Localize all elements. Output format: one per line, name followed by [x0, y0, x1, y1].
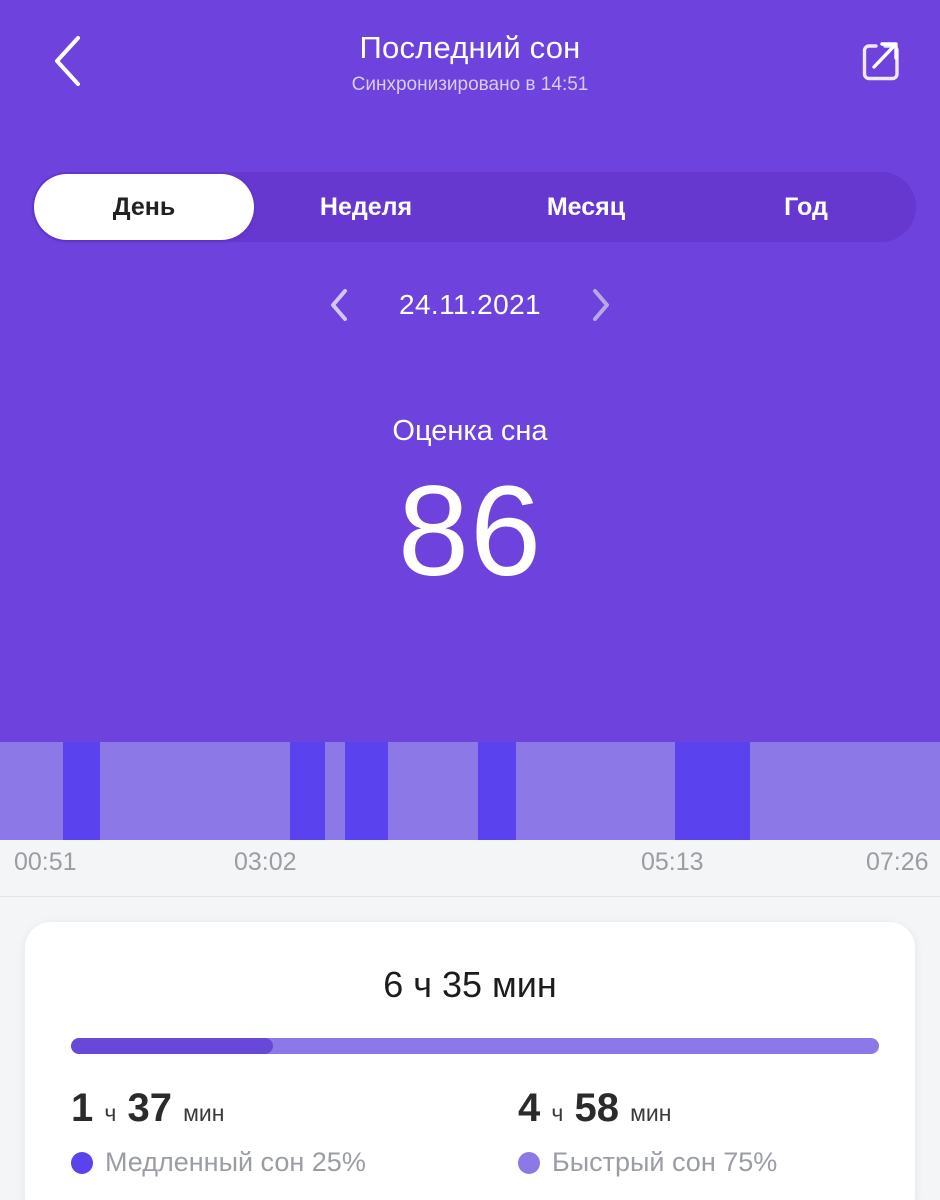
title-block: Последний сон Синхронизировано в 14:51: [0, 27, 940, 100]
light-sleep-legend-text: Быстрый сон 75%: [552, 1147, 778, 1177]
tab-week-label: Неделя: [319, 192, 413, 221]
chevron-right-icon: [591, 288, 611, 322]
chart-time-axis: 00:51 03:02 05:13 07:26: [0, 840, 940, 897]
sleep-stats-row: 1 ч 37 мин Медленный сон 25% 4 ч 58 мин: [25, 1082, 915, 1178]
sleep-stage-band: [63, 742, 100, 840]
sync-status-text: Синхронизировано в 14:51: [351, 74, 589, 95]
light-sleep-hours: 4: [518, 1086, 541, 1130]
stat-light-sleep: 4 ч 58 мин Быстрый сон 75%: [470, 1082, 915, 1178]
deep-sleep-hours-unit: ч: [104, 1100, 117, 1126]
tab-year[interactable]: Год: [696, 172, 916, 242]
period-tabs: День Неделя Месяц Год: [32, 172, 916, 242]
hero-panel: Последний сон Синхронизировано в 14:51 Д…: [0, 0, 940, 742]
sleep-score-value: 86: [397, 460, 543, 603]
tab-month-label: Месяц: [546, 192, 626, 221]
light-sleep-duration: 4 ч 58 мин: [518, 1082, 915, 1139]
sleep-summary-card: 6 ч 35 мин 1 ч 37 мин Медленный сон 25%: [25, 922, 915, 1200]
sleep-stage-band: [675, 742, 750, 840]
chevron-left-icon: [329, 288, 349, 322]
sleep-stage-band: [100, 742, 290, 840]
sleep-ratio-bar: [71, 1038, 879, 1054]
axis-tick-label: 07:26: [866, 848, 929, 876]
tab-year-label: Год: [784, 192, 828, 221]
light-sleep-color-dot: [518, 1151, 540, 1174]
date-navigator: 24.11.2021: [0, 278, 940, 332]
sleep-stage-chart[interactable]: [0, 742, 940, 840]
page-title: Последний сон: [359, 30, 581, 65]
light-sleep-minutes-unit: мин: [630, 1100, 672, 1126]
sleep-stage-band: [750, 742, 940, 840]
next-day-button[interactable]: [575, 279, 627, 331]
deep-sleep-hours: 1: [71, 1086, 94, 1130]
sleep-stage-band: [516, 742, 675, 840]
sleep-stage-band: [388, 742, 478, 840]
sleep-stage-band: [345, 742, 388, 840]
axis-tick-label: 03:02: [234, 848, 297, 876]
tab-day-label: День: [112, 192, 176, 221]
axis-tick-label: 00:51: [14, 848, 77, 876]
light-sleep-legend: Быстрый сон 75%: [518, 1147, 915, 1178]
top-app-bar: Последний сон Синхронизировано в 14:51: [0, 0, 940, 130]
stat-deep-sleep: 1 ч 37 мин Медленный сон 25%: [25, 1082, 470, 1178]
sleep-score-label: Оценка сна: [392, 415, 548, 447]
tab-week[interactable]: Неделя: [256, 172, 476, 242]
deep-sleep-legend-text: Медленный сон 25%: [105, 1147, 366, 1177]
share-external-icon: [855, 37, 903, 85]
deep-sleep-minutes-unit: мин: [183, 1100, 225, 1126]
total-sleep-duration: 6 ч 35 мин: [383, 964, 557, 1005]
sleep-detail-screen: Последний сон Синхронизировано в 14:51 Д…: [0, 0, 940, 1200]
light-sleep-hours-unit: ч: [551, 1100, 564, 1126]
share-button[interactable]: [846, 28, 912, 94]
tab-day[interactable]: День: [34, 174, 254, 240]
sleep-stage-band: [290, 742, 325, 840]
sleep-stage-band: [478, 742, 516, 840]
deep-sleep-duration: 1 ч 37 мин: [71, 1082, 470, 1139]
deep-sleep-minutes: 37: [127, 1086, 172, 1130]
tab-month[interactable]: Месяц: [476, 172, 696, 242]
axis-tick-label: 05:13: [641, 848, 704, 876]
sleep-ratio-bar-fill: [71, 1038, 273, 1054]
current-date-label: 24.11.2021: [398, 289, 542, 320]
sleep-stage-band: [325, 742, 345, 840]
light-sleep-minutes: 58: [574, 1086, 619, 1130]
previous-day-button[interactable]: [313, 279, 365, 331]
sleep-stage-band: [0, 742, 63, 840]
deep-sleep-legend: Медленный сон 25%: [71, 1147, 470, 1178]
deep-sleep-color-dot: [71, 1151, 93, 1174]
